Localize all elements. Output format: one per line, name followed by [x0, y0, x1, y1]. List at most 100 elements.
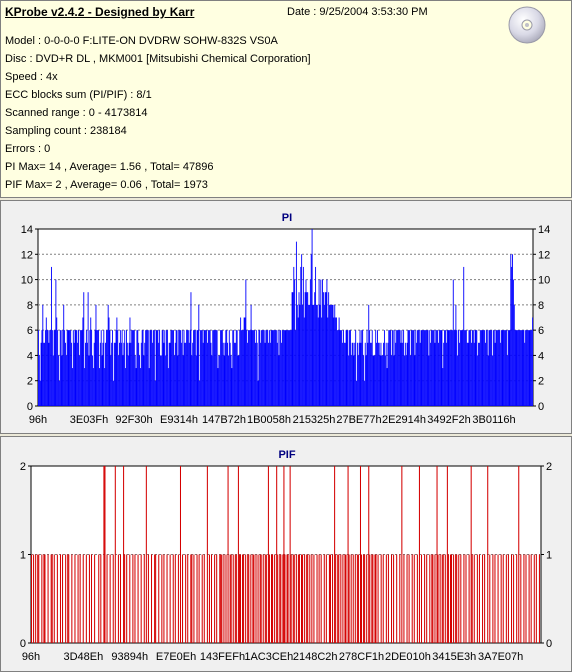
pif-bar [172, 554, 174, 643]
pi-bar [420, 330, 422, 406]
pi-x-tick-label: 3B0116h [472, 414, 515, 426]
pi-bar [159, 330, 161, 406]
pi-bar [415, 330, 417, 406]
pif-bar [271, 554, 273, 643]
pi-bar [153, 330, 155, 406]
pif-bar [377, 554, 379, 643]
pi-bar [504, 330, 506, 406]
pif-bar [201, 554, 203, 643]
pif-bar [67, 554, 69, 643]
pi-bar [521, 330, 523, 406]
pi-bar [209, 330, 211, 406]
pi-bar [246, 330, 248, 406]
pi-bar [59, 330, 61, 406]
pi-bar [227, 355, 229, 406]
pi-bar [160, 355, 161, 406]
pi-bar [473, 342, 475, 406]
pi-bar [486, 330, 488, 406]
pi-bar [327, 317, 329, 406]
pif-bar [134, 554, 136, 643]
pi-bar [520, 330, 522, 406]
pi-bar [425, 330, 427, 406]
pi-bar [57, 330, 59, 406]
pi-bar [387, 342, 389, 406]
pi-bar [397, 330, 399, 406]
pif-bar [265, 554, 267, 643]
pif-bar [347, 466, 349, 643]
pif-bar [290, 554, 292, 643]
pi-bar [470, 330, 472, 406]
pif-bar [242, 554, 244, 643]
pif-bar [227, 466, 229, 643]
pi-bar [328, 292, 330, 406]
pi-bar [195, 355, 197, 406]
pi-bar [54, 330, 56, 406]
pif-bar [43, 554, 45, 643]
pi-bar [214, 330, 215, 406]
pi-bar [518, 330, 520, 406]
pi-bar [389, 330, 391, 406]
pi-bar [424, 330, 426, 406]
pif-bar [518, 466, 520, 643]
pi-bar [445, 342, 447, 406]
pi-bar [68, 330, 70, 406]
pi-bar [242, 330, 244, 406]
pi-bar [99, 368, 100, 406]
pif-bar [328, 554, 330, 643]
pi-bar [151, 330, 153, 406]
pif-bar [94, 554, 96, 643]
pi-bar [463, 266, 465, 406]
pif-bar [182, 554, 184, 643]
pif-bar [329, 554, 331, 643]
pi-bar [315, 266, 317, 406]
pi-bar [38, 355, 40, 406]
pif-bar [44, 554, 46, 643]
pi-bar [83, 292, 85, 406]
pi-bar [271, 330, 273, 406]
pi-bar [393, 355, 395, 406]
pi-bar [141, 330, 143, 406]
pif-bar [325, 554, 327, 643]
pi-bar [139, 355, 140, 406]
pif-bar [280, 554, 282, 643]
pif-bar [298, 554, 300, 643]
pif-bar [112, 554, 114, 643]
pif-bar [502, 554, 504, 643]
pif-bar [436, 466, 438, 643]
pi-bar [88, 355, 90, 406]
pif-bar [411, 554, 413, 643]
pi-bar [446, 330, 448, 406]
pi-bar [316, 304, 318, 406]
pi-bar [172, 330, 174, 406]
pi-bar [510, 254, 512, 406]
pi-bar [61, 355, 63, 406]
pif-bar [185, 554, 187, 643]
pif-bar [274, 554, 276, 643]
pi-bar [499, 342, 501, 406]
pif-bar [268, 554, 270, 643]
pi-bar [149, 330, 151, 406]
pi-bar [67, 330, 69, 406]
pi-bar [72, 330, 74, 406]
pi-bar [252, 330, 254, 406]
pi-bar [227, 342, 229, 406]
pif-bar [533, 554, 535, 643]
pi-bar [291, 292, 293, 406]
pi-bar [301, 254, 303, 406]
pi-bar [255, 342, 256, 406]
pi-bar [479, 330, 481, 406]
pif-bar [352, 554, 354, 643]
pif-bar [313, 554, 315, 643]
pi-y-tick-label: 4 [538, 350, 544, 362]
pif-bar [344, 554, 346, 643]
pif-bar [169, 554, 171, 643]
pi-bar [122, 355, 124, 406]
pif-bar [196, 554, 198, 643]
pi-bar [329, 304, 330, 406]
pif-bar [482, 554, 484, 643]
pi-bar [347, 330, 349, 406]
pif-bar [230, 554, 232, 643]
pi-bar [363, 355, 364, 406]
pif-bar [320, 554, 322, 643]
pi-bar [48, 342, 50, 406]
